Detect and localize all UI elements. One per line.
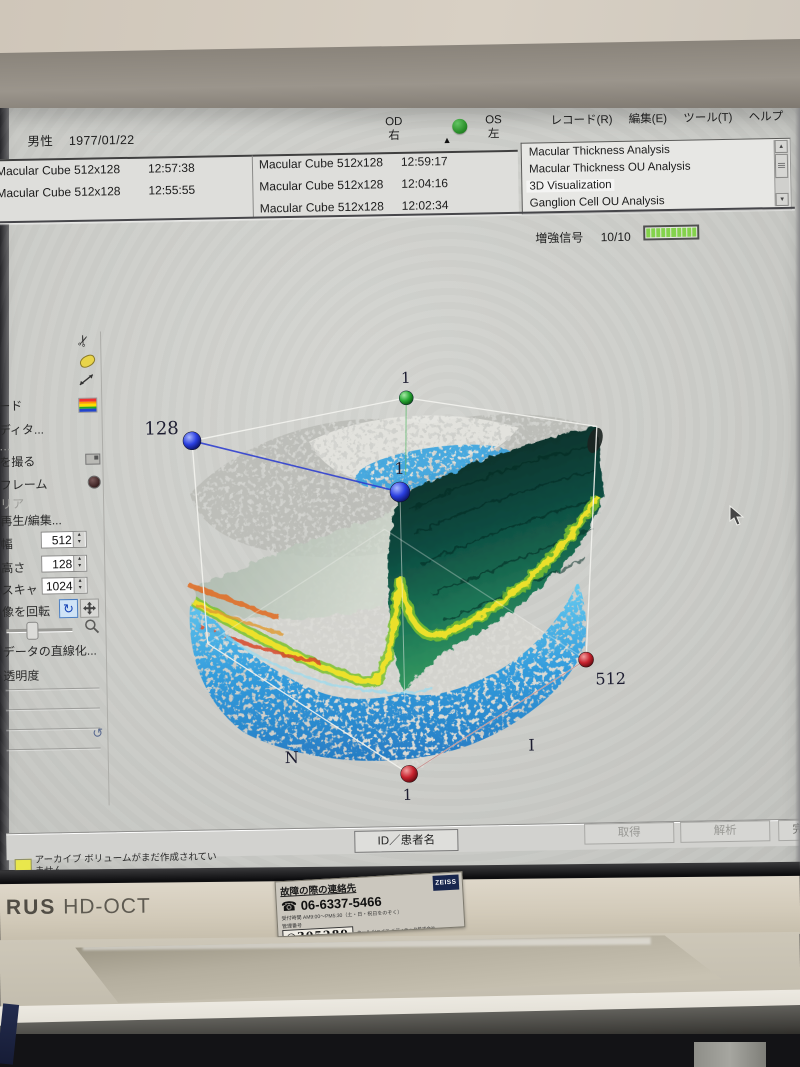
label-depth-1: 1 [403, 786, 413, 804]
laterality-indicator-icon[interactable] [452, 119, 467, 134]
signal-value: 10/10 [601, 230, 631, 245]
od-scan-row[interactable]: Macular Cube 512x128 12:57:38 [0, 162, 120, 178]
monitor-screen: 男性 1977/01/22 OD 右 ▲ OS 左 レコード(R) 編集(E) … [0, 108, 800, 870]
color-mode-icon[interactable] [78, 398, 97, 413]
center-sphere[interactable] [390, 482, 410, 502]
slice-start-sphere[interactable] [399, 391, 413, 405]
laterality-arrow-icon: ▲ [442, 135, 451, 145]
os-scan-row[interactable]: Macular Cube 512x128 12:02:34 [260, 199, 384, 215]
sidebar-rule [7, 748, 101, 751]
menu-help[interactable]: ヘルプ [749, 111, 784, 124]
analyze-button[interactable]: 解析 [680, 820, 770, 843]
marker-icon[interactable] [78, 353, 97, 370]
label-128: 128 [144, 418, 179, 440]
analysis-scrollbar[interactable]: ▲ ▼ [774, 140, 790, 206]
analysis-item[interactable]: Macular Thickness Analysis [529, 144, 670, 159]
sidebar-rule [6, 708, 100, 711]
stepper-arrows-icon[interactable]: ▲▼ [73, 532, 85, 547]
stepper-arrows-icon[interactable]: ▲▼ [73, 578, 85, 593]
3d-volume-view[interactable]: 128 1 1 512 1 N I [128, 365, 676, 815]
snapshot-icon[interactable] [85, 453, 100, 464]
rotate-tool-button[interactable]: ↻ [59, 599, 78, 618]
label-512: 512 [595, 669, 626, 689]
scroll-up-icon[interactable]: ▲ [775, 140, 788, 153]
analysis-item[interactable]: Ganglion Cell OU Analysis [530, 195, 665, 209]
signal-strength: 増強信号 10/10 [535, 228, 631, 247]
acquire-button[interactable]: 取得 [584, 822, 674, 845]
label-slice-1: 1 [401, 369, 411, 387]
menu-tools[interactable]: ツール(T) [683, 112, 732, 125]
device-model-text: RUS HD-OCT [6, 895, 151, 921]
scroll-thumb[interactable] [775, 154, 788, 178]
signal-strength-bar [643, 224, 699, 240]
diagonal-arrows-icon[interactable] [78, 372, 96, 388]
slice-end-sphere[interactable] [183, 432, 201, 450]
scroll-down-icon[interactable]: ▼ [776, 193, 789, 206]
od-scan-row[interactable]: Macular Cube 512x128 12:55:55 [0, 184, 121, 200]
os-scan-row[interactable]: Macular Cube 512x128 12:59:17 [259, 155, 383, 171]
analysis-item-selected[interactable]: 3D Visualization [526, 179, 614, 193]
sidebar-item-clear[interactable]: リア [0, 493, 102, 512]
menu-bar: レコード(R) 編集(E) ツール(T) ヘルプ [537, 108, 783, 128]
width-end-sphere[interactable] [578, 652, 593, 667]
move-cross-icon [83, 602, 96, 615]
rotate-icon: ↻ [63, 601, 74, 616]
menu-edit[interactable]: 編集(E) [629, 113, 668, 126]
zeiss-logo: ZEISS [433, 874, 460, 890]
label-nasal: N [285, 748, 299, 767]
analysis-listbox: Macular Thickness Analysis Macular Thick… [521, 138, 792, 215]
stepper-arrows-icon[interactable]: ▲▼ [73, 556, 85, 571]
menu-record[interactable]: レコード(R) [550, 114, 612, 127]
os-scan-row[interactable]: Macular Cube 512x128 12:04:16 [259, 177, 383, 193]
mouse-cursor [729, 505, 747, 527]
finish-button[interactable]: 完 [778, 819, 800, 841]
patient-dob: 1977/01/22 [69, 133, 135, 148]
zoom-slider-track[interactable] [6, 628, 72, 632]
pan-tool-button[interactable] [80, 599, 99, 618]
width-stepper[interactable]: 512 ▲▼ [41, 531, 87, 549]
height-stepper[interactable]: 128 ▲▼ [41, 555, 87, 573]
patient-sex: 男性 [27, 134, 53, 148]
sidebar-item-editor[interactable]: ディタ... [0, 419, 101, 438]
photo-of-oct-workstation: 男性 1977/01/22 OD 右 ▲ OS 左 レコード(R) 編集(E) … [0, 0, 800, 1067]
scan-stepper[interactable]: 1024 ▲▼ [41, 577, 87, 595]
patient-info: 男性 1977/01/22 [27, 129, 146, 150]
undo-icon[interactable]: ↺ [92, 725, 103, 741]
sidebar-item-linearize[interactable]: データの直線化... [3, 641, 105, 660]
sidebar-rule [6, 728, 100, 731]
service-sticker: ZEISS 故障の際の連絡先 ☎ 06-6337-5466 受付時間 AM9:0… [275, 871, 466, 937]
laterality-os[interactable]: OS 左 [485, 113, 502, 141]
depth-start-sphere[interactable] [400, 765, 417, 782]
analysis-item[interactable]: Macular Thickness OU Analysis [529, 161, 691, 176]
sidebar-item-frame[interactable]: フレーム [0, 474, 102, 493]
opacity-label: 透明度 [3, 665, 105, 684]
sidebar-item-play-edit[interactable]: 再生/編集... [0, 510, 102, 529]
label-inferior: I [528, 736, 535, 755]
screen-content: 男性 1977/01/22 OD 右 ▲ OS 左 レコード(R) 編集(E) … [0, 101, 800, 878]
label-center-1: 1 [394, 459, 405, 478]
floor-shadow [0, 1034, 800, 1067]
zoom-slider-thumb[interactable] [26, 622, 38, 640]
id-patient-button[interactable]: ID／患者名 [354, 829, 458, 853]
magnifier-icon [84, 619, 100, 635]
laterality-od[interactable]: OD 右 [385, 115, 403, 143]
sidebar-rule [6, 688, 100, 691]
scissors-icon[interactable]: ✂ [73, 332, 94, 350]
table-leg [694, 1042, 766, 1067]
